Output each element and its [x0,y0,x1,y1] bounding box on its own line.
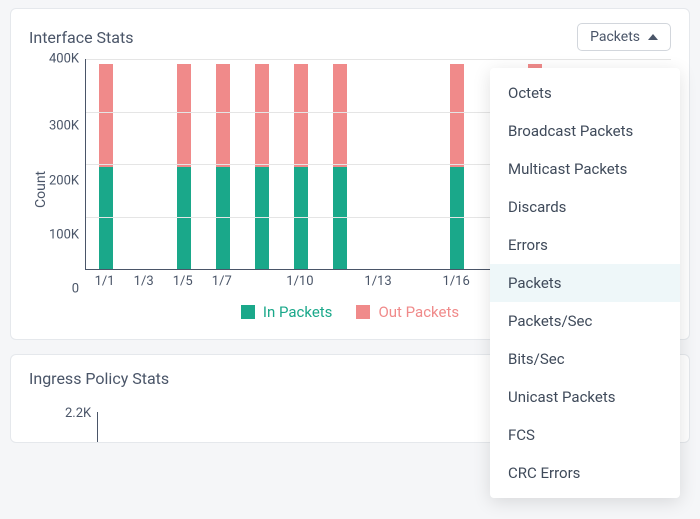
bar-segment-out [216,64,230,166]
x-tick: 1/3 [124,274,163,289]
y-tick: 0 [72,283,79,296]
x-tick: 1/10 [280,274,319,289]
bar-segment-out [255,64,269,166]
legend-item-out[interactable]: Out Packets [356,303,459,321]
dropdown-option[interactable]: Multicast Packets [490,150,680,188]
dropdown-option[interactable]: Octets [490,74,680,112]
bar-segment-out [450,64,464,166]
bar-segment-in [255,167,269,269]
dropdown-option[interactable]: Packets [490,264,680,302]
dropdown-option[interactable]: Unicast Packets [490,378,680,416]
y-tick: 300K [49,120,79,133]
card-title: Interface Stats [29,28,133,47]
bar-segment-out [333,64,347,166]
metric-dropdown-toggle[interactable]: Packets [577,23,671,51]
legend-swatch-in [241,305,255,319]
bar-segment-in [99,167,113,269]
stacked-bar[interactable] [216,64,230,269]
bar-segment-in [294,167,308,269]
legend-item-in[interactable]: In Packets [241,303,333,321]
stacked-bar[interactable] [177,64,191,269]
y-axis-ticks: 400K300K200K100K0 [49,59,85,289]
stacked-bar[interactable] [294,64,308,269]
stacked-bar[interactable] [99,64,113,269]
dropdown-option[interactable]: CRC Errors [490,454,680,492]
legend-swatch-out [356,305,370,319]
dropdown-option[interactable]: Discards [490,188,680,226]
stacked-bar[interactable] [333,64,347,269]
dropdown-option[interactable]: Errors [490,226,680,264]
bar-segment-in [177,167,191,269]
legend-label-out: Out Packets [378,303,459,321]
x-tick: 1/5 [163,274,202,289]
x-tick [241,274,280,289]
card2-ytick: 2.2K [65,406,97,421]
stacked-bar[interactable] [450,64,464,269]
x-tick [319,274,358,289]
bar-segment-in [450,167,464,269]
x-tick: 1/7 [202,274,241,289]
card-header: Interface Stats Packets [29,23,671,51]
y-tick: 200K [49,174,79,187]
x-tick [398,274,437,289]
bar-segment-in [216,167,230,269]
dropdown-option[interactable]: FCS [490,416,680,454]
caret-up-icon [648,34,658,40]
bar-segment-out [177,64,191,166]
dropdown-option[interactable]: Broadcast Packets [490,112,680,150]
dropdown-option[interactable]: Bits/Sec [490,340,680,378]
dropdown-option[interactable]: Packets/Sec [490,302,680,340]
y-axis-label: Count [29,59,49,289]
bar-segment-out [99,64,113,166]
y-tick: 100K [49,228,79,241]
grid-line [86,59,671,60]
legend-label-in: In Packets [263,303,333,321]
x-tick: 1/13 [359,274,398,289]
stacked-bar[interactable] [255,64,269,269]
dropdown-selected-label: Packets [590,29,640,45]
bar-segment-in [333,167,347,269]
metric-dropdown-menu: OctetsBroadcast PacketsMulticast Packets… [490,68,680,498]
bar-segment-out [294,64,308,166]
y-tick: 400K [49,53,79,66]
x-tick: 1/16 [437,274,476,289]
x-tick: 1/1 [85,274,124,289]
